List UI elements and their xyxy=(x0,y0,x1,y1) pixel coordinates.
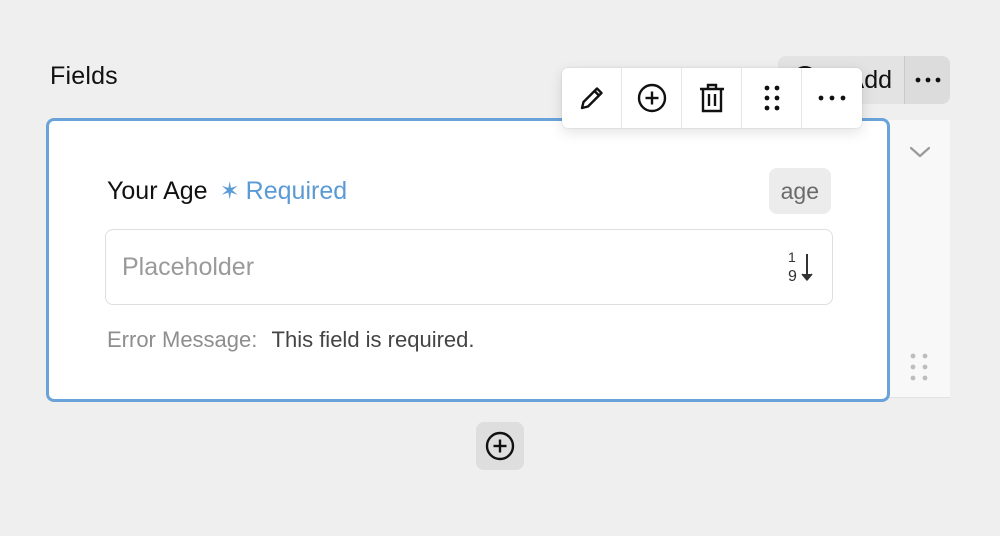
sort-numeric-icon: 1 9 xyxy=(788,249,813,285)
svg-text:1: 1 xyxy=(788,249,796,265)
field-toolbar xyxy=(562,68,862,128)
error-message-label: Error Message: xyxy=(107,327,258,352)
drag-handle-icon[interactable] xyxy=(908,352,930,382)
insert-field-button[interactable] xyxy=(622,68,682,128)
required-star-icon: ✶ xyxy=(219,178,240,205)
plus-circle-icon xyxy=(637,83,666,113)
section-more-button[interactable] xyxy=(904,56,950,104)
edit-field-button[interactable] xyxy=(562,68,622,128)
more-options-button[interactable] xyxy=(802,68,862,128)
error-message-row: Error Message: This field is required. xyxy=(107,327,475,353)
field-label: Your Age xyxy=(107,177,208,205)
plus-circle-icon xyxy=(485,431,515,461)
add-field-below-button[interactable] xyxy=(476,422,524,470)
drag-handle-icon xyxy=(764,85,779,111)
error-message-text: This field is required. xyxy=(271,327,475,352)
chevron-down-icon[interactable] xyxy=(906,140,934,164)
required-indicator: ✶ Required xyxy=(220,177,348,206)
age-input[interactable] xyxy=(106,230,766,304)
more-horizontal-icon xyxy=(818,95,846,101)
age-input-wrapper: 1 9 xyxy=(105,229,833,305)
field-card[interactable]: Your Age ✶ Required age 1 9 Error Messag… xyxy=(46,118,890,402)
field-label-row: Your Age ✶ Required xyxy=(107,177,347,206)
required-text: Required xyxy=(245,177,348,205)
more-horizontal-icon xyxy=(915,77,940,83)
pencil-icon xyxy=(580,87,603,110)
delete-field-button[interactable] xyxy=(682,68,742,128)
drag-field-button[interactable] xyxy=(742,68,802,128)
trash-icon xyxy=(699,83,724,113)
svg-text:9: 9 xyxy=(788,268,797,285)
section-title: Fields xyxy=(50,62,118,90)
field-key-badge: age xyxy=(768,168,831,214)
